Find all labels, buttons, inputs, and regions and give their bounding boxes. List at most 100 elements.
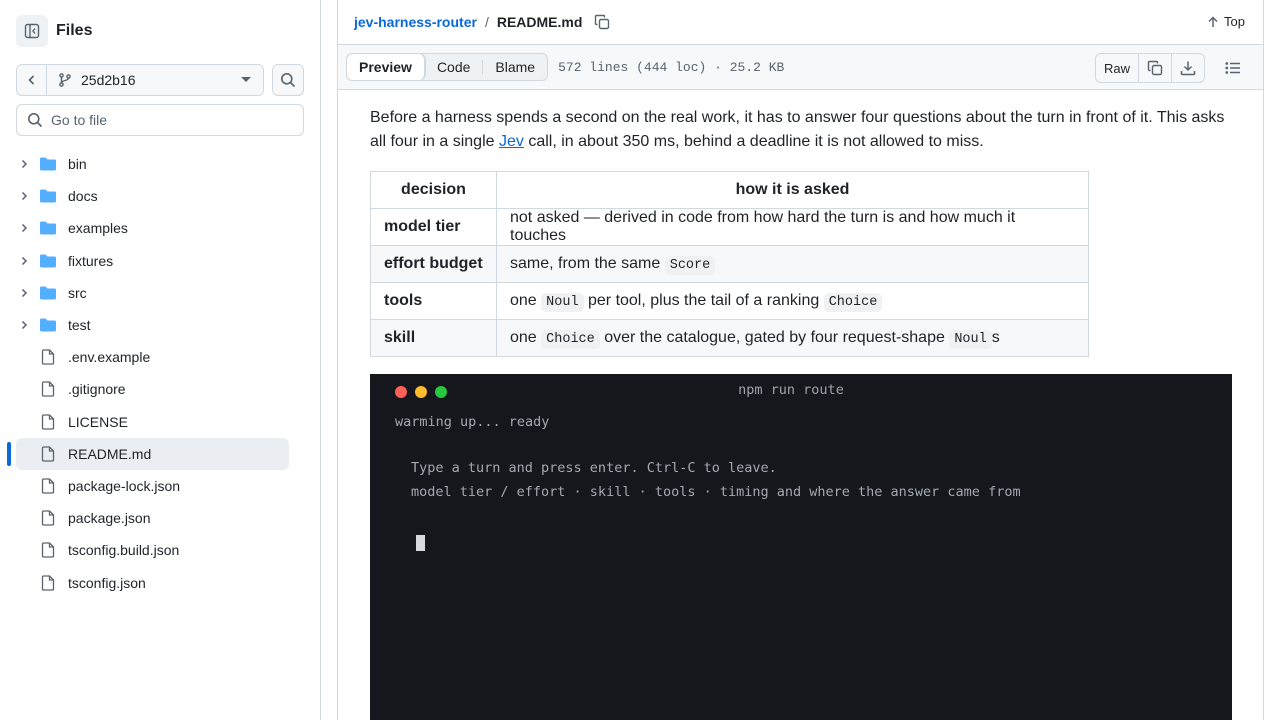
- top-label: Top: [1224, 14, 1245, 29]
- decision-cell: skill: [370, 319, 497, 357]
- terminal-recording: npm run route warming up... ready Type a…: [370, 374, 1232, 720]
- decision-cell: tools: [370, 282, 497, 320]
- folder-icon: [40, 286, 56, 300]
- file-icon: [41, 446, 55, 462]
- expand-chevron[interactable]: [16, 191, 32, 201]
- terminal-cursor: [416, 535, 425, 551]
- file-actions-group: Raw: [1094, 53, 1205, 83]
- tree-folder-examples[interactable]: examples: [16, 212, 289, 244]
- file-tree: bin docs examples fixtures src test .env.examp…: [7, 148, 289, 599]
- file-icon-wrap: [38, 413, 58, 430]
- jev-link[interactable]: Jev: [499, 133, 524, 150]
- file-icon-wrap: [38, 446, 58, 462]
- branch-select-button[interactable]: 25d2b16: [47, 65, 264, 95]
- tree-item-label: README.md: [68, 445, 152, 462]
- file-icon: [41, 381, 55, 398]
- inline-code: Noul: [949, 330, 992, 349]
- file-icon: [41, 510, 55, 526]
- tab-preview[interactable]: Preview: [347, 54, 425, 80]
- terminal-line: warming up... ready: [395, 414, 550, 430]
- expand-chevron[interactable]: [16, 159, 32, 169]
- go-to-file-input[interactable]: [51, 112, 291, 128]
- tree-item-label: bin: [68, 156, 87, 173]
- download-button[interactable]: [1172, 54, 1204, 82]
- table-row: effort budget same, from the same Score: [370, 245, 1089, 283]
- tab-code[interactable]: Code: [425, 54, 482, 80]
- tree-file-package-lock-json[interactable]: package-lock.json: [16, 470, 289, 502]
- sidebar-collapse-icon: [24, 23, 40, 39]
- chevron-right-icon: [21, 224, 28, 233]
- terminal-line: Type a turn and press enter. Ctrl-C to l…: [411, 460, 777, 476]
- file-icon-wrap: [38, 510, 58, 526]
- back-to-top-button[interactable]: Top: [1207, 14, 1245, 29]
- table-row: model tier not asked — derived in code fr…: [370, 208, 1089, 246]
- collapse-sidebar-button[interactable]: [16, 15, 48, 47]
- breadcrumb-separator: /: [484, 14, 489, 30]
- copy-icon: [1147, 60, 1163, 76]
- raw-button[interactable]: Raw: [1096, 54, 1139, 82]
- cell-text: over the catalogue, gated by four reques…: [599, 329, 950, 346]
- branch-selector-group: 25d2b16: [16, 64, 265, 96]
- how-cell: same, from the same Score: [496, 245, 1089, 283]
- expand-chevron[interactable]: [16, 288, 32, 298]
- tree-file-readme-md[interactable]: README.md: [7, 437, 289, 470]
- inline-code: Noul: [541, 293, 584, 312]
- breadcrumb-repo-link[interactable]: jev-harness-router: [354, 14, 477, 30]
- decision-cell: effort budget: [370, 245, 497, 283]
- tree-item-label: LICENSE: [68, 413, 128, 430]
- tree-folder-test[interactable]: test: [16, 309, 289, 341]
- file-icon: [41, 574, 55, 591]
- tree-file-env-example[interactable]: .env.example: [16, 341, 289, 373]
- tree-item-label: examples: [68, 220, 128, 237]
- folder-icon-wrap: [38, 220, 58, 236]
- breadcrumb: jev-harness-router / README.md Top: [338, 0, 1263, 45]
- chevron-right-icon: [21, 288, 28, 297]
- search-icon: [28, 113, 43, 128]
- tree-item-label: .gitignore: [68, 381, 126, 398]
- cell-text: same, from the same: [510, 255, 665, 272]
- table-header-how: how it is asked: [496, 171, 1089, 209]
- decisions-table: decision how it is asked model tier not a…: [370, 171, 1089, 357]
- tree-file-gitignore[interactable]: .gitignore: [16, 373, 289, 405]
- search-icon: [281, 73, 296, 88]
- copy-raw-button[interactable]: [1139, 54, 1172, 82]
- chevron-left-icon: [27, 75, 34, 85]
- tree-item-label: test: [68, 317, 91, 334]
- search-files-button[interactable]: [272, 64, 304, 96]
- decision-cell: model tier: [370, 208, 497, 246]
- intro-text-end: call, in about 350 ms, behind a deadline…: [523, 133, 984, 150]
- folder-icon: [40, 221, 56, 235]
- expand-chevron[interactable]: [16, 256, 32, 266]
- tree-folder-docs[interactable]: docs: [16, 180, 289, 212]
- inline-code: Score: [664, 256, 716, 275]
- tree-item-label: package-lock.json: [68, 477, 181, 494]
- back-button[interactable]: [17, 65, 47, 95]
- table-row: skill one Choice over the catalogue, gate…: [370, 319, 1089, 357]
- tree-file-package-json[interactable]: package.json: [16, 502, 289, 534]
- tree-file-tsconfig-build-json[interactable]: tsconfig.build.json: [16, 534, 289, 566]
- expand-chevron[interactable]: [16, 223, 32, 233]
- folder-icon-wrap: [38, 188, 58, 204]
- chevron-right-icon: [21, 192, 28, 201]
- folder-icon-wrap: [38, 317, 58, 333]
- git-branch-icon: [59, 73, 71, 87]
- folder-icon: [40, 157, 56, 171]
- tree-file-tsconfig-json[interactable]: tsconfig.json: [16, 566, 289, 598]
- cell-text: per tool, plus the tail of a ranking: [583, 292, 824, 309]
- tree-folder-src[interactable]: src: [16, 277, 289, 309]
- tree-folder-fixtures[interactable]: fixtures: [16, 245, 289, 277]
- expand-chevron[interactable]: [16, 320, 32, 330]
- tab-blame[interactable]: Blame: [483, 54, 547, 80]
- tree-folder-bin[interactable]: bin: [16, 148, 289, 180]
- outline-button[interactable]: [1219, 57, 1247, 79]
- branch-row: 25d2b16: [16, 64, 304, 96]
- cell-text: s: [991, 329, 1000, 346]
- file-toolbar: Preview Code Blame 572 lines (444 loc) ·…: [338, 45, 1263, 90]
- tree-file-license[interactable]: LICENSE: [16, 406, 289, 438]
- terminal-line: model tier / effort · skill · tools · ti…: [411, 484, 1021, 500]
- file-icon-wrap: [38, 478, 58, 494]
- go-to-file-field[interactable]: [16, 104, 304, 136]
- tree-item-label: .env.example: [68, 349, 151, 366]
- copy-path-button[interactable]: [594, 14, 610, 30]
- file-icon: [41, 478, 55, 494]
